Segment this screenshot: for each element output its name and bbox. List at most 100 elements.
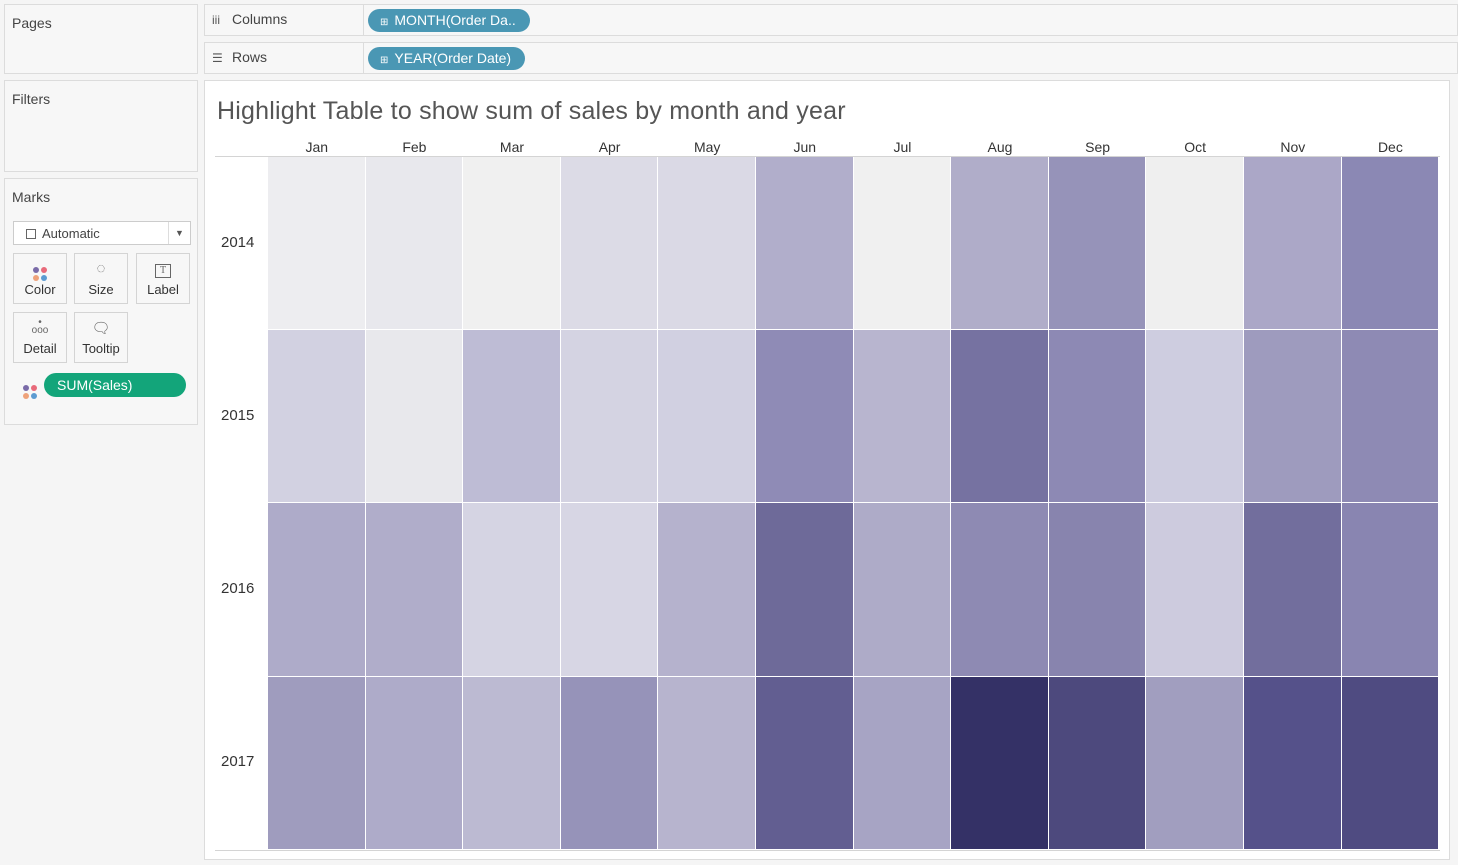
color-icon — [23, 378, 37, 399]
cell-2016-nov[interactable] — [1244, 503, 1342, 676]
cell-2016-jul[interactable] — [854, 503, 952, 676]
tooltip-button[interactable]: 🗨︎ Tooltip — [74, 312, 128, 363]
bottom-divider — [215, 850, 1440, 851]
sum-sales-pill[interactable]: SUM(Sales) — [44, 373, 186, 397]
cell-2017-dec[interactable] — [1342, 677, 1440, 850]
cell-2015-jul[interactable] — [854, 330, 952, 503]
cell-2014-oct[interactable] — [1146, 157, 1244, 330]
cell-2015-dec[interactable] — [1342, 330, 1440, 503]
cell-2017-feb[interactable] — [366, 677, 464, 850]
rows-shelf-label: ☰Rows — [205, 43, 364, 73]
cell-2017-jun[interactable] — [756, 677, 854, 850]
column-header-may[interactable]: May — [658, 139, 756, 155]
cell-2017-may[interactable] — [658, 677, 756, 850]
column-header-feb[interactable]: Feb — [366, 139, 464, 155]
column-header-dec[interactable]: Dec — [1342, 139, 1440, 155]
column-header-mar[interactable]: Mar — [463, 139, 561, 155]
square-icon — [26, 229, 36, 239]
cell-2014-may[interactable] — [658, 157, 756, 330]
cell-2015-feb[interactable] — [366, 330, 464, 503]
cell-2014-dec[interactable] — [1342, 157, 1440, 330]
cell-2016-aug[interactable] — [951, 503, 1049, 676]
cell-2014-jan[interactable] — [268, 157, 366, 330]
cell-2017-apr[interactable] — [561, 677, 659, 850]
label-button[interactable]: T Label — [136, 253, 190, 304]
cell-2014-apr[interactable] — [561, 157, 659, 330]
row-header-2016[interactable]: 2016 — [221, 580, 254, 597]
cell-2014-sep[interactable] — [1049, 157, 1147, 330]
mark-type-dropdown[interactable]: Automatic ▼ — [13, 221, 191, 245]
cell-2016-may[interactable] — [658, 503, 756, 676]
cell-2017-jan[interactable] — [268, 677, 366, 850]
cell-2017-sep[interactable] — [1049, 677, 1147, 850]
columns-shelf-label: iiiColumns — [205, 5, 364, 35]
row-header-2015[interactable]: 2015 — [221, 407, 254, 424]
cell-2015-apr[interactable] — [561, 330, 659, 503]
column-header-jun[interactable]: Jun — [756, 139, 854, 155]
filters-title: Filters — [12, 91, 50, 107]
month-order-date-pill[interactable]: ⊞ MONTH(Order Da.. — [368, 9, 530, 32]
cell-2015-aug[interactable] — [951, 330, 1049, 503]
cell-2016-dec[interactable] — [1342, 503, 1440, 676]
cell-2016-sep[interactable] — [1049, 503, 1147, 676]
column-header-jan[interactable]: Jan — [268, 139, 366, 155]
cell-2014-mar[interactable] — [463, 157, 561, 330]
filters-card[interactable]: Filters — [4, 80, 198, 172]
cell-2016-oct[interactable] — [1146, 503, 1244, 676]
cell-2016-apr[interactable] — [561, 503, 659, 676]
cell-2017-nov[interactable] — [1244, 677, 1342, 850]
expand-icon: ⊞ — [380, 17, 388, 28]
color-icon — [14, 254, 66, 282]
cell-2014-jul[interactable] — [854, 157, 952, 330]
column-header-sep[interactable]: Sep — [1049, 139, 1147, 155]
viz-canvas[interactable]: Highlight Table to show sum of sales by … — [204, 80, 1450, 860]
expand-icon: ⊞ — [380, 55, 388, 66]
color-button[interactable]: Color — [13, 253, 67, 304]
cell-2014-feb[interactable] — [366, 157, 464, 330]
rows-shelf[interactable]: ☰Rows ⊞ YEAR(Order Date) — [204, 42, 1458, 74]
row-header-2017[interactable]: 2017 — [221, 753, 254, 770]
marks-card: Marks Automatic ▼ Color ◌ Size T Label •… — [4, 178, 198, 425]
columns-shelf[interactable]: iiiColumns ⊞ MONTH(Order Da.. — [204, 4, 1458, 36]
chevron-down-icon[interactable]: ▼ — [168, 222, 190, 244]
cell-2014-jun[interactable] — [756, 157, 854, 330]
marks-title: Marks — [12, 189, 50, 205]
cell-2015-may[interactable] — [658, 330, 756, 503]
column-header-nov[interactable]: Nov — [1244, 139, 1342, 155]
column-header-apr[interactable]: Apr — [561, 139, 659, 155]
chart-title: Highlight Table to show sum of sales by … — [217, 97, 846, 126]
cell-2015-oct[interactable] — [1146, 330, 1244, 503]
rows-icon: ☰ — [212, 51, 232, 65]
tooltip-label: Tooltip — [75, 341, 127, 356]
size-icon: ◌ — [75, 254, 127, 282]
pages-card[interactable]: Pages — [4, 4, 198, 74]
label-label: Label — [137, 282, 189, 297]
cell-2016-mar[interactable] — [463, 503, 561, 676]
cell-2015-jan[interactable] — [268, 330, 366, 503]
size-label: Size — [75, 282, 127, 297]
year-pill-text: YEAR(Order Date) — [394, 50, 511, 66]
month-pill-text: MONTH(Order Da.. — [394, 12, 515, 28]
cell-2017-mar[interactable] — [463, 677, 561, 850]
cell-2015-sep[interactable] — [1049, 330, 1147, 503]
row-header-2014[interactable]: 2014 — [221, 234, 254, 251]
column-header-jul[interactable]: Jul — [854, 139, 952, 155]
cell-2016-feb[interactable] — [366, 503, 464, 676]
cell-2014-nov[interactable] — [1244, 157, 1342, 330]
cell-2017-oct[interactable] — [1146, 677, 1244, 850]
cell-2015-mar[interactable] — [463, 330, 561, 503]
size-button[interactable]: ◌ Size — [74, 253, 128, 304]
pages-title: Pages — [12, 15, 52, 31]
cell-2017-jul[interactable] — [854, 677, 952, 850]
column-header-oct[interactable]: Oct — [1146, 139, 1244, 155]
tooltip-icon: 🗨︎ — [75, 313, 127, 341]
cell-2015-jun[interactable] — [756, 330, 854, 503]
cell-2017-aug[interactable] — [951, 677, 1049, 850]
cell-2014-aug[interactable] — [951, 157, 1049, 330]
detail-button[interactable]: •ooo Detail — [13, 312, 67, 363]
column-header-aug[interactable]: Aug — [951, 139, 1049, 155]
cell-2016-jun[interactable] — [756, 503, 854, 676]
cell-2016-jan[interactable] — [268, 503, 366, 676]
cell-2015-nov[interactable] — [1244, 330, 1342, 503]
year-order-date-pill[interactable]: ⊞ YEAR(Order Date) — [368, 47, 525, 70]
